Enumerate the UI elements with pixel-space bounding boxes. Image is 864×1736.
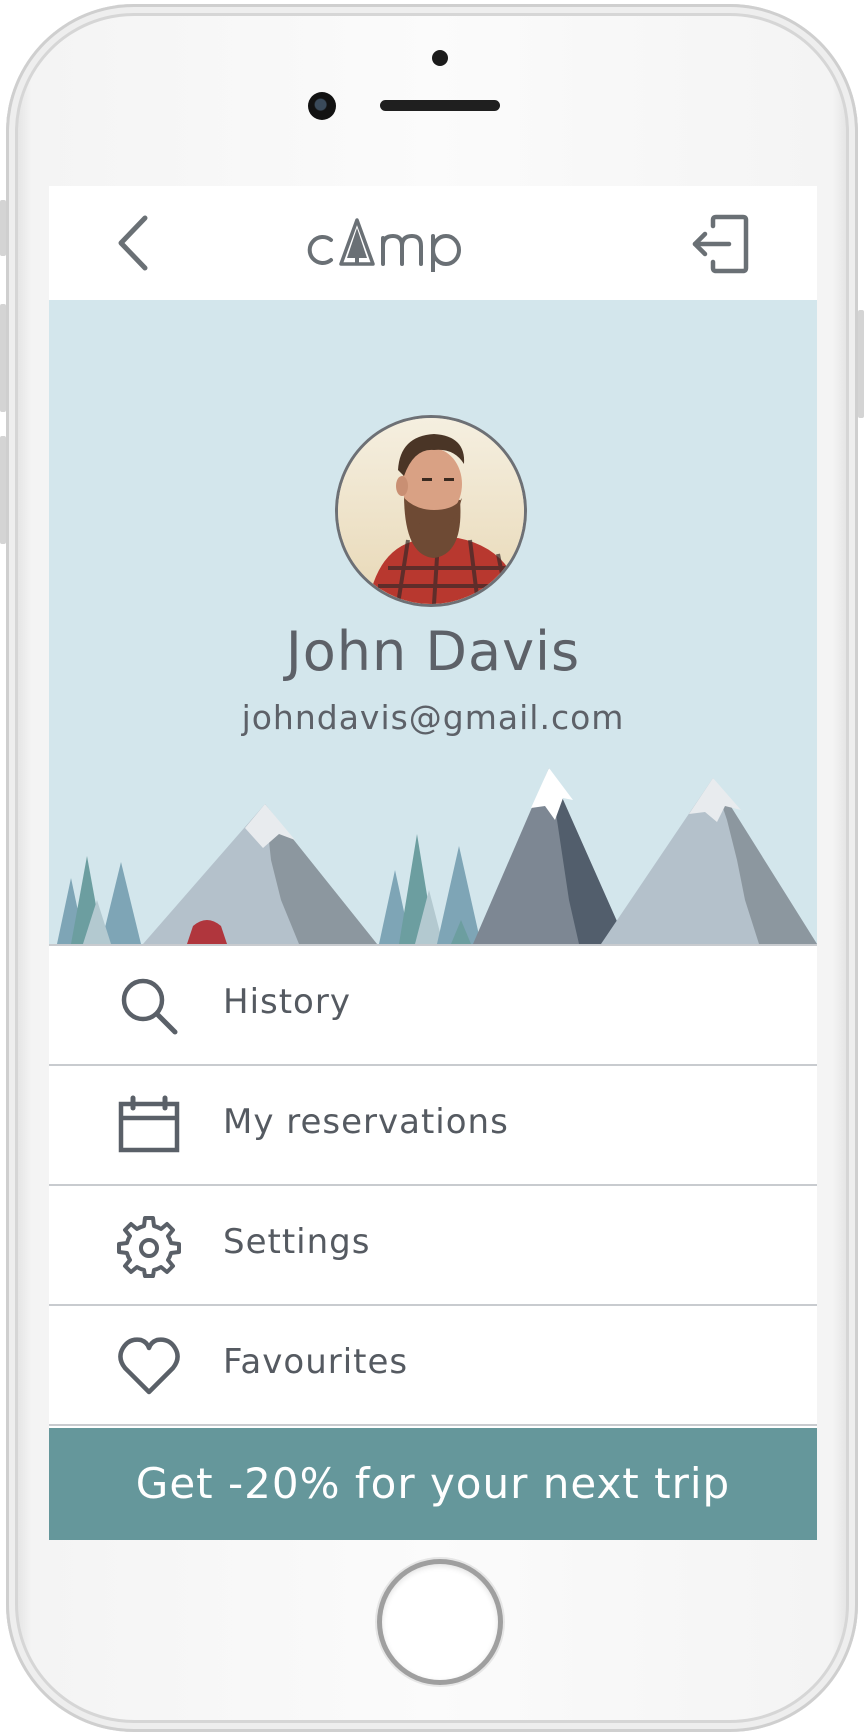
volume-down-button <box>0 436 6 544</box>
proximity-sensor <box>432 50 448 66</box>
home-button[interactable] <box>382 1564 498 1680</box>
menu-item-label: My reservations <box>223 1102 509 1142</box>
front-camera <box>308 92 336 120</box>
app-logo <box>307 216 559 274</box>
mute-switch <box>0 200 6 256</box>
top-navigation-bar <box>49 186 817 300</box>
logout-icon[interactable] <box>691 214 755 274</box>
menu-item-label: Favourites <box>223 1342 409 1382</box>
heart-icon <box>118 1337 180 1395</box>
menu-item-label: History <box>223 982 351 1022</box>
calendar-icon <box>118 1095 180 1153</box>
menu-item-history[interactable]: History <box>49 944 817 1066</box>
menu-item-label: Settings <box>223 1222 371 1262</box>
power-button <box>858 310 864 418</box>
volume-up-button <box>0 304 6 412</box>
earpiece-speaker <box>380 100 500 111</box>
menu-item-settings[interactable]: Settings <box>49 1186 817 1306</box>
profile-photo <box>338 418 524 604</box>
back-chevron-icon[interactable] <box>109 212 159 274</box>
menu-item-reservations[interactable]: My reservations <box>49 1066 817 1186</box>
promo-discount-button[interactable]: Get -20% for your next trip <box>49 1428 817 1540</box>
menu-item-favourites[interactable]: Favourites <box>49 1306 817 1426</box>
profile-name: John Davis <box>285 620 581 683</box>
profile-menu: History My reservations Settings Favouri… <box>49 944 817 1426</box>
avatar <box>335 415 527 607</box>
profile-email: johndavis@gmail.com <box>241 698 625 737</box>
camp-logo-mark <box>307 218 461 274</box>
profile-header: John Davis johndavis@gmail.com <box>49 300 817 944</box>
search-icon <box>121 978 178 1035</box>
gear-icon <box>117 1216 181 1278</box>
app-screen: John Davis johndavis@gmail.com History M… <box>49 186 817 1540</box>
